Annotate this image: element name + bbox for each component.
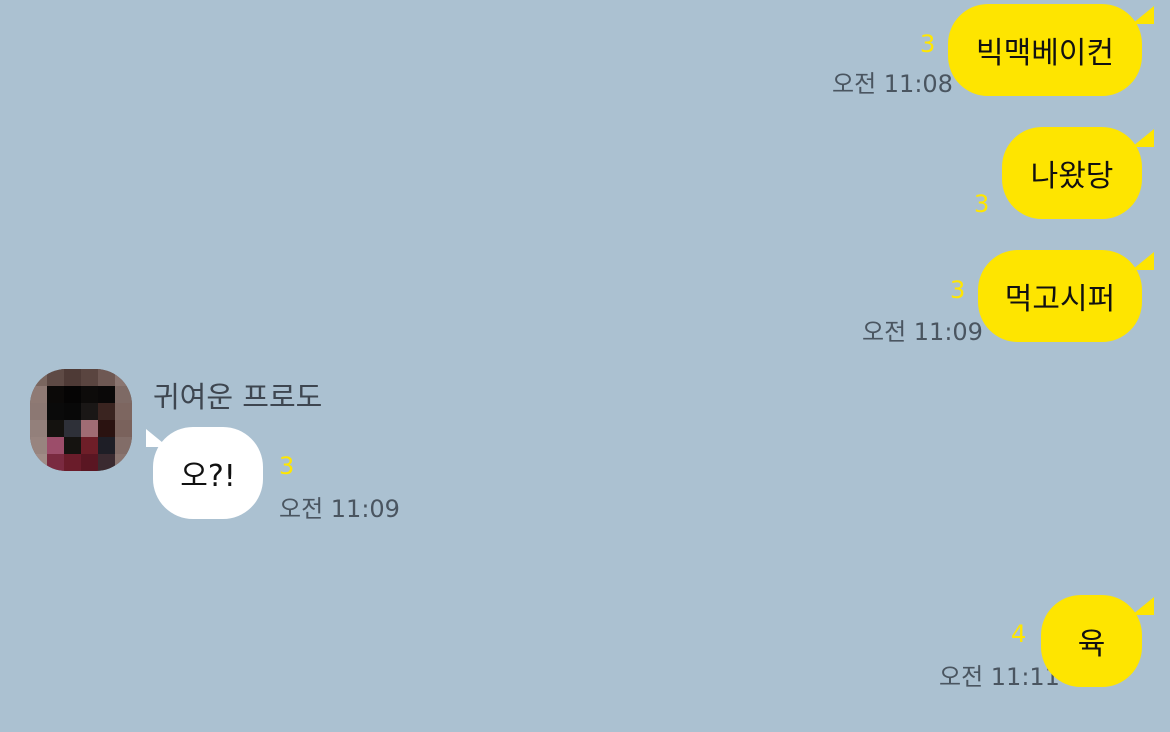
- bubble-tail: [1132, 252, 1154, 270]
- chat-area[interactable]: 3 오전 11:08 빅맥베이컨 3 나왔당 3 오전 11:09 먹고시퍼 귀…: [0, 0, 1170, 732]
- my-message-bubble[interactable]: 육: [1041, 595, 1142, 687]
- message-text: 빅맥베이컨: [976, 36, 1114, 71]
- unread-count: 3: [950, 276, 966, 304]
- my-message-bubble[interactable]: 먹고시퍼: [978, 250, 1142, 342]
- message-text: 오?!: [180, 459, 236, 494]
- unread-count: 3: [974, 190, 990, 218]
- message-text: 먹고시퍼: [1004, 282, 1116, 317]
- message-text: 육: [1077, 627, 1106, 662]
- message-timestamp: 오전 11:08: [832, 70, 953, 98]
- unread-count: 3: [920, 30, 936, 58]
- bubble-tail: [1132, 6, 1154, 24]
- my-message-bubble[interactable]: 나왔당: [1002, 127, 1142, 219]
- sender-name[interactable]: 귀여운 프로도: [153, 374, 322, 416]
- unread-count: 3: [279, 452, 295, 480]
- avatar[interactable]: [30, 369, 132, 471]
- message-text: 나왔당: [1030, 159, 1114, 194]
- message-timestamp: 오전 11:09: [279, 495, 400, 523]
- message-timestamp: 오전 11:11: [939, 663, 1060, 691]
- unread-count: 4: [1011, 620, 1027, 648]
- bubble-tail: [1132, 597, 1154, 615]
- message-timestamp: 오전 11:09: [862, 318, 983, 346]
- my-message-bubble[interactable]: 빅맥베이컨: [948, 4, 1142, 96]
- their-message-bubble[interactable]: 오?!: [153, 427, 263, 519]
- bubble-tail: [1132, 129, 1154, 147]
